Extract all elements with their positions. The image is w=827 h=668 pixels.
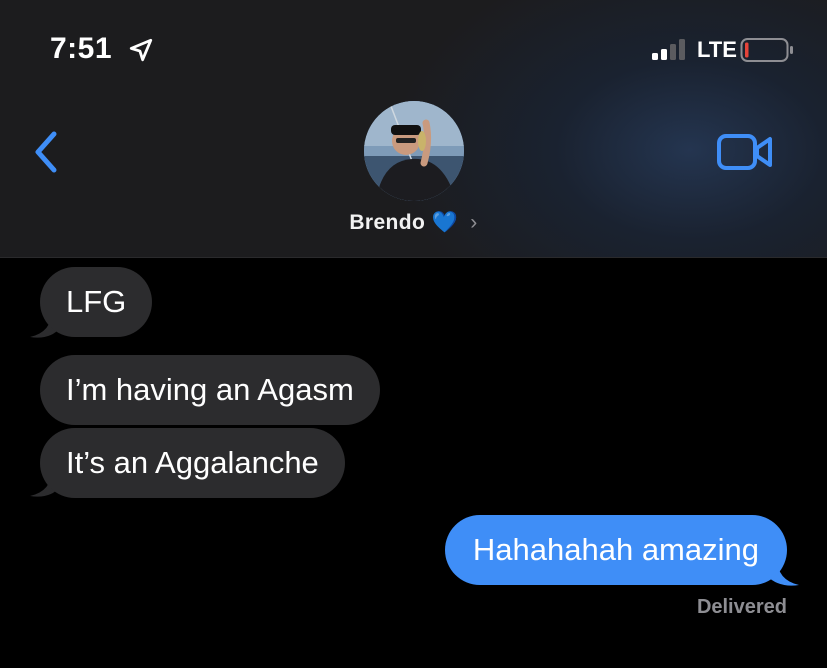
status-time: 7:51 <box>50 32 113 65</box>
signal-icon <box>652 39 685 60</box>
video-camera-icon[interactable] <box>716 131 774 173</box>
message-bubble-sent[interactable]: Hahahahah amazing <box>444 515 787 585</box>
blue-heart-emoji: 💙 <box>431 211 459 234</box>
back-chevron-icon[interactable] <box>30 128 66 176</box>
contact-name-row[interactable]: Brendo 💙 › <box>0 211 827 235</box>
avatar-photo <box>364 101 464 201</box>
conversation-header: 7:51 LTE Brendo 💙 › <box>0 0 827 258</box>
message-bubble-received[interactable]: LFG <box>40 267 153 337</box>
network-type: LTE <box>697 37 737 62</box>
delivery-status: Delivered <box>696 596 787 618</box>
message-bubble-received[interactable]: I’m having an Agasm <box>40 355 380 425</box>
message-bubble-received[interactable]: It’s an Aggalanche <box>40 428 345 498</box>
location-arrow-icon <box>129 38 153 62</box>
battery-icon <box>740 38 793 62</box>
contact-name: Brendo <box>349 211 426 234</box>
contact-avatar[interactable] <box>364 101 464 201</box>
chevron-right-icon: › <box>470 211 478 234</box>
